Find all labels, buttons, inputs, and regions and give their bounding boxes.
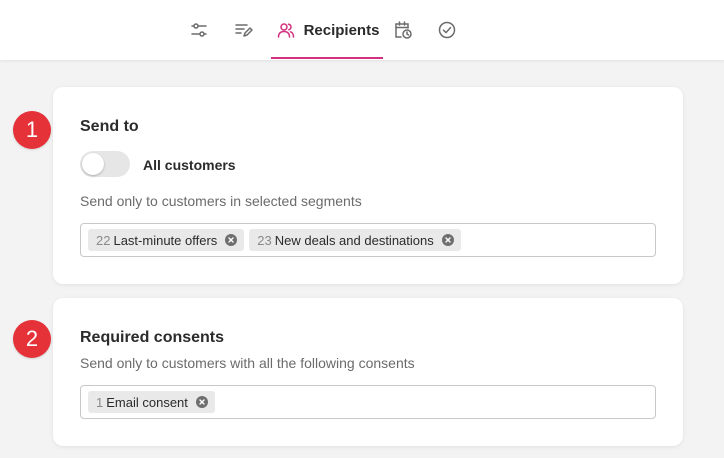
users-icon xyxy=(277,23,294,38)
remove-chip-icon[interactable] xyxy=(225,234,238,246)
segment-chip: 22 Last-minute offers xyxy=(88,229,245,251)
list-edit-icon xyxy=(234,24,253,37)
tab-content[interactable] xyxy=(230,0,256,60)
consent-chip: 1 Email consent xyxy=(88,391,215,413)
remove-chip-icon[interactable] xyxy=(195,396,208,408)
tab-schedule[interactable] xyxy=(390,0,416,60)
tab-recipients-label: Recipients xyxy=(303,21,380,39)
consents-heading: Required consents xyxy=(80,329,225,346)
tab-review[interactable] xyxy=(434,0,460,60)
tab-recipients[interactable]: Recipients xyxy=(276,0,380,60)
segments-description: Send only to customers in selected segme… xyxy=(80,193,362,209)
segments-input[interactable]: 22 Last-minute offers 23 New deals and d… xyxy=(80,223,656,257)
all-customers-label: All customers xyxy=(143,157,236,173)
consents-description: Send only to customers with all the foll… xyxy=(80,355,415,371)
send-to-heading: Send to xyxy=(80,118,139,135)
sliders-icon xyxy=(191,23,207,37)
segment-chip-label: New deals and destinations xyxy=(274,232,434,248)
check-circle-icon xyxy=(438,21,456,39)
segment-chip-count: 22 xyxy=(96,232,111,248)
consent-chip-label: Email consent xyxy=(106,394,188,410)
segment-chip-label: Last-minute offers xyxy=(113,232,218,248)
segment-chip: 23 New deals and destinations xyxy=(249,229,461,251)
consents-card xyxy=(53,298,683,446)
remove-chip-icon[interactable] xyxy=(441,234,454,246)
step-badge-1: 1 xyxy=(13,111,51,149)
all-customers-toggle[interactable] xyxy=(80,151,130,177)
step-badge-2: 2 xyxy=(13,320,51,358)
consent-chip-count: 1 xyxy=(96,394,104,410)
segment-chip-count: 23 xyxy=(257,232,272,248)
active-tab-indicator xyxy=(271,57,383,59)
top-navigation: Recipients xyxy=(0,0,724,60)
tab-settings[interactable] xyxy=(186,0,212,60)
toggle-knob xyxy=(82,153,104,175)
consents-input[interactable]: 1 Email consent xyxy=(80,385,656,419)
calendar-clock-icon xyxy=(395,21,412,39)
